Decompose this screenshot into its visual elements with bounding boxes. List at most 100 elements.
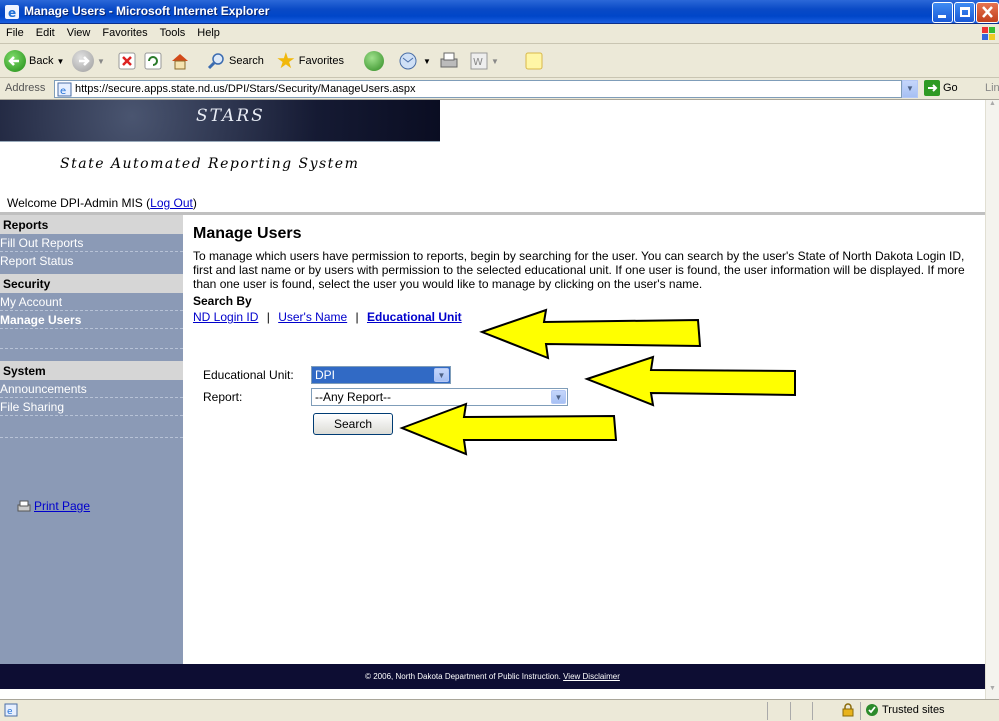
- mail-button[interactable]: ▼: [398, 49, 431, 73]
- sidebar-heading-system: System: [0, 361, 183, 380]
- lock-icon[interactable]: [841, 703, 855, 717]
- sidebar-heading-reports: Reports: [0, 215, 183, 234]
- menu-edit[interactable]: Edit: [30, 24, 61, 42]
- svg-text:W: W: [473, 57, 483, 68]
- sidebar-heading-security: Security: [0, 274, 183, 293]
- ie-logo-icon: e: [5, 5, 19, 20]
- svg-text:e: e: [8, 6, 16, 20]
- menu-file[interactable]: File: [0, 24, 30, 42]
- sidebar-spacer: [0, 329, 183, 349]
- sidebar-item-my-account[interactable]: My Account: [0, 293, 183, 311]
- stop-icon: [118, 52, 136, 70]
- menu-bar: File Edit View Favorites Tools Help: [0, 24, 999, 44]
- minimize-button[interactable]: [932, 2, 953, 23]
- history-icon: [364, 51, 384, 71]
- separator: |: [355, 310, 359, 324]
- status-divider: [860, 702, 861, 720]
- back-label: Back: [29, 55, 54, 67]
- refresh-icon: [144, 52, 162, 70]
- address-bar: Address e https://secure.apps.state.nd.u…: [0, 78, 999, 100]
- go-button[interactable]: Go: [924, 80, 958, 96]
- page-icon: e: [57, 82, 72, 97]
- browser-window: e Manage Users - Microsoft Internet Expl…: [0, 0, 999, 721]
- home-button[interactable]: [170, 49, 190, 73]
- callout-arrow-search-button: [399, 402, 618, 456]
- welcome-suffix: ): [192, 196, 197, 210]
- banner-title: STARS: [196, 106, 265, 126]
- page-title: Manage Users: [193, 225, 302, 242]
- sidebar-item-manage-users[interactable]: Manage Users: [0, 311, 183, 329]
- forward-button[interactable]: ▼: [72, 49, 105, 73]
- favorites-label: Favorites: [298, 55, 344, 67]
- dropdown-arrow-icon: ▼: [56, 56, 65, 66]
- search-by-edu-unit-link[interactable]: Educational Unit: [367, 310, 462, 324]
- sidebar-item-file-sharing[interactable]: File Sharing: [0, 398, 183, 416]
- title-bar: e Manage Users - Microsoft Internet Expl…: [0, 0, 999, 24]
- forward-arrow-icon: [72, 50, 94, 72]
- status-divider: [812, 702, 813, 720]
- notes-button[interactable]: [524, 49, 544, 73]
- vertical-scrollbar[interactable]: ▲ ▼: [985, 100, 999, 699]
- view-disclaimer-link[interactable]: View Disclaimer: [563, 672, 620, 681]
- svg-text:e: e: [7, 707, 13, 717]
- sidebar-item-report-status[interactable]: Report Status: [0, 252, 183, 274]
- go-arrow-icon: [924, 80, 940, 96]
- search-by-name-link[interactable]: User's Name: [278, 310, 347, 324]
- menu-help[interactable]: Help: [191, 24, 226, 42]
- menu-tools[interactable]: Tools: [154, 24, 192, 42]
- search-button[interactable]: Search: [313, 413, 393, 435]
- dropdown-arrow-icon: ▼: [491, 56, 499, 66]
- address-dropdown-button[interactable]: ▼: [902, 80, 918, 98]
- address-url: https://secure.apps.state.nd.us/DPI/Star…: [75, 83, 416, 95]
- links-label[interactable]: Links: [985, 82, 999, 94]
- intro-text: To manage which users have permission to…: [193, 249, 965, 291]
- status-divider: [790, 702, 791, 720]
- close-icon: [982, 6, 993, 18]
- banner-subtitle: State Automated Reporting System: [60, 156, 360, 172]
- edit-button[interactable]: W ▼: [470, 49, 499, 73]
- sticky-note-icon: [525, 52, 543, 70]
- edu-unit-select[interactable]: DPI ▼: [311, 366, 451, 384]
- printer-icon: [17, 500, 31, 512]
- history-button[interactable]: [364, 49, 384, 73]
- report-value: --Any Report--: [315, 390, 392, 404]
- search-label: Search: [229, 55, 264, 67]
- sidebar-item-fill-out-reports[interactable]: Fill Out Reports: [0, 234, 183, 252]
- sidebar: Reports Fill Out Reports Report Status S…: [0, 215, 183, 664]
- sidebar-item-announcements[interactable]: Announcements: [0, 380, 183, 398]
- callout-arrow-edu-unit: [584, 355, 796, 407]
- stop-button[interactable]: [118, 49, 136, 73]
- svg-text:e: e: [60, 86, 66, 97]
- close-button[interactable]: [976, 2, 999, 23]
- maximize-button[interactable]: [954, 2, 975, 23]
- search-toolbar-button[interactable]: Search: [206, 49, 264, 73]
- print-page-label: Print Page: [34, 499, 91, 513]
- print-page-link[interactable]: Print Page: [17, 499, 90, 513]
- search-by-label: Search By: [193, 294, 252, 308]
- search-icon: [207, 53, 224, 70]
- menu-favorites[interactable]: Favorites: [96, 24, 153, 42]
- address-input[interactable]: e https://secure.apps.state.nd.us/DPI/St…: [54, 80, 902, 98]
- sidebar-spacer: [0, 416, 183, 438]
- status-divider: [767, 702, 768, 720]
- printer-icon: [440, 52, 458, 68]
- back-button[interactable]: Back ▼: [4, 49, 64, 73]
- menu-view[interactable]: View: [61, 24, 97, 42]
- favorites-button[interactable]: ★ Favorites: [276, 49, 344, 73]
- window-title: Manage Users - Microsoft Internet Explor…: [24, 4, 270, 18]
- refresh-button[interactable]: [144, 49, 162, 73]
- logout-link[interactable]: Log Out: [150, 196, 193, 210]
- print-toolbar-button[interactable]: [438, 49, 460, 73]
- search-by-login-id-link[interactable]: ND Login ID: [193, 310, 258, 324]
- scroll-down-icon[interactable]: ▼: [986, 685, 999, 699]
- scroll-up-icon[interactable]: ▲: [986, 100, 999, 114]
- home-icon: [172, 54, 188, 70]
- edu-unit-label: Educational Unit:: [203, 368, 294, 382]
- footer-text: © 2006, North Dakota Department of Publi…: [365, 672, 564, 681]
- back-arrow-icon: [4, 50, 26, 72]
- security-zone-label: Trusted sites: [882, 704, 945, 716]
- welcome-prefix: Welcome DPI-Admin MIS (: [7, 196, 151, 210]
- check-circle-icon: [866, 704, 878, 716]
- toolbar: Back ▼ ▼ Search ★ Favorites ▼ W ▼: [0, 44, 999, 78]
- star-icon: ★: [276, 48, 296, 73]
